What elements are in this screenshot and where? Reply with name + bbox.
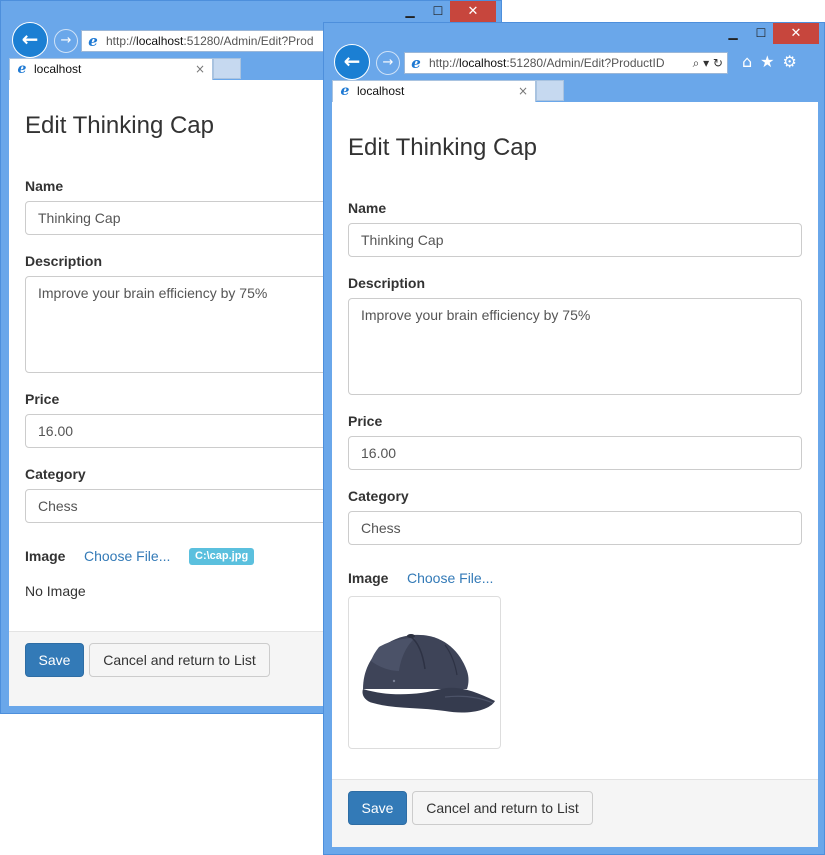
address-bar-icons[interactable]: ⌕ ▾ ↻ [689,53,723,73]
save-button[interactable]: Save [25,643,84,677]
page-title: Edit Thinking Cap [348,134,537,161]
url-host: localhost [136,34,184,48]
cancel-button[interactable]: Cancel and return to List [89,643,270,677]
tab-title: localhost [34,62,82,76]
name-label: Name [25,178,64,194]
form-footer: Save Cancel and return to List [332,779,818,847]
cancel-button[interactable]: Cancel and return to List [412,791,593,825]
page-title: Edit Thinking Cap [25,112,214,139]
maximize-button[interactable]: ☐ [425,1,451,22]
gear-icon[interactable]: ⚙ [783,52,805,71]
page-content: Edit Thinking Cap Name Thinking Cap Desc… [332,102,818,847]
browser-tab[interactable]: e localhost × [9,58,213,80]
category-label: Category [348,488,409,504]
back-arrow-icon[interactable]: ← [12,22,48,58]
browser-tab[interactable]: e localhost × [332,80,536,102]
close-window-button[interactable]: ✕ [773,23,819,44]
image-label: Image [348,570,389,586]
url-scheme: http:// [429,56,460,70]
back-arrow-icon[interactable]: ← [334,44,370,80]
description-label: Description [348,275,426,291]
home-icon[interactable]: ⌂ [742,52,760,71]
toolbar-icons[interactable]: ⌂★⚙ [742,52,805,71]
url-path: :51280/Admin/Edit?ProductID [506,56,665,70]
choose-file-button[interactable]: Choose File... [407,570,493,586]
price-field[interactable]: 16.00 [348,436,802,470]
ie-logo-icon: e [17,61,27,77]
url-host: localhost [459,56,507,70]
image-label: Image [25,548,66,564]
tab-title: localhost [357,84,405,98]
product-image [348,596,501,749]
description-field[interactable]: Improve your brain efficiency by 75% [348,298,802,395]
save-button[interactable]: Save [348,791,407,825]
minimize-button[interactable]: ▁ [397,1,423,22]
ie-logo-icon: e [340,83,350,99]
choose-file-button[interactable]: Choose File... [84,548,170,564]
name-label: Name [348,200,387,216]
description-label: Description [25,253,103,269]
category-field[interactable]: Chess [348,511,802,545]
new-tab-button[interactable] [213,58,241,79]
close-tab-icon[interactable]: × [518,81,528,102]
maximize-button[interactable]: ☐ [748,23,774,44]
selected-file-badge: C:\cap.jpg [189,548,255,565]
star-icon[interactable]: ★ [760,52,782,71]
browser-window-front: ▁ ☐ ✕ ← → e http://localhost:51280/Admin… [323,22,825,855]
url-scheme: http:// [106,34,137,48]
name-field[interactable]: Thinking Cap [348,223,802,257]
address-bar[interactable]: e http://localhost:51280/Admin/Edit?Prod… [404,52,728,74]
close-window-button[interactable]: ✕ [450,1,496,22]
url-path: :51280/Admin/Edit?Prod [183,34,314,48]
price-label: Price [25,391,60,407]
minimize-button[interactable]: ▁ [720,23,746,44]
ie-logo-icon: e [88,32,98,50]
baseball-cap-image [362,634,495,713]
category-label: Category [25,466,86,482]
forward-arrow-icon[interactable]: → [376,51,400,75]
no-image-text: No Image [25,583,86,599]
close-tab-icon[interactable]: × [195,59,205,80]
ie-logo-icon: e [411,54,421,72]
forward-arrow-icon[interactable]: → [54,29,78,53]
new-tab-button[interactable] [536,80,564,101]
price-label: Price [348,413,383,429]
